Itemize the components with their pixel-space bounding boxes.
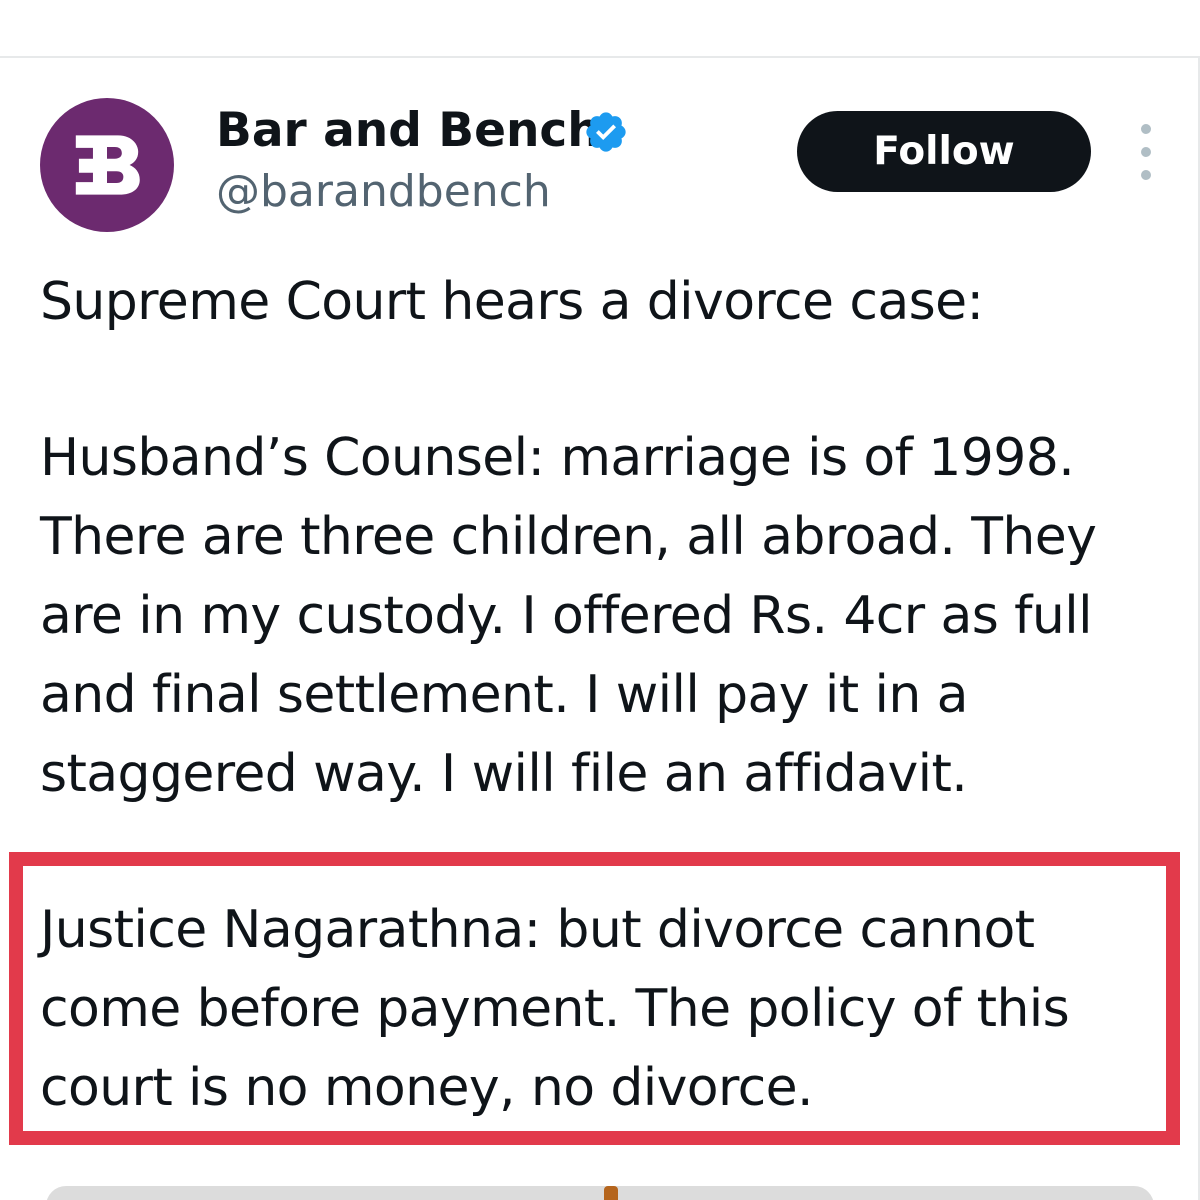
author-display-name[interactable]: Bar and Bench xyxy=(216,101,601,161)
verified-badge-icon xyxy=(586,112,626,152)
top-divider xyxy=(0,56,1200,58)
tweet-screen: Bar and Bench @barandbench Follow Suprem… xyxy=(0,0,1200,1200)
follow-button[interactable]: Follow xyxy=(797,111,1091,192)
tweet-paragraph-intro: Supreme Court hears a divorce case: xyxy=(40,272,984,332)
more-dot xyxy=(1141,147,1151,157)
more-vertical-icon[interactable] xyxy=(1128,124,1164,180)
more-dot xyxy=(1141,124,1151,134)
media-preview-detail xyxy=(604,1186,618,1200)
bar-and-bench-logo-icon xyxy=(75,135,140,195)
more-dot xyxy=(1141,170,1151,180)
author-handle[interactable]: @barandbench xyxy=(216,162,551,222)
avatar[interactable] xyxy=(40,98,174,232)
highlight-box xyxy=(9,852,1180,1145)
tweet-paragraph-counsel: Husband’s Counsel: marriage is of 1998. … xyxy=(40,428,1097,804)
media-preview[interactable] xyxy=(46,1186,1154,1200)
